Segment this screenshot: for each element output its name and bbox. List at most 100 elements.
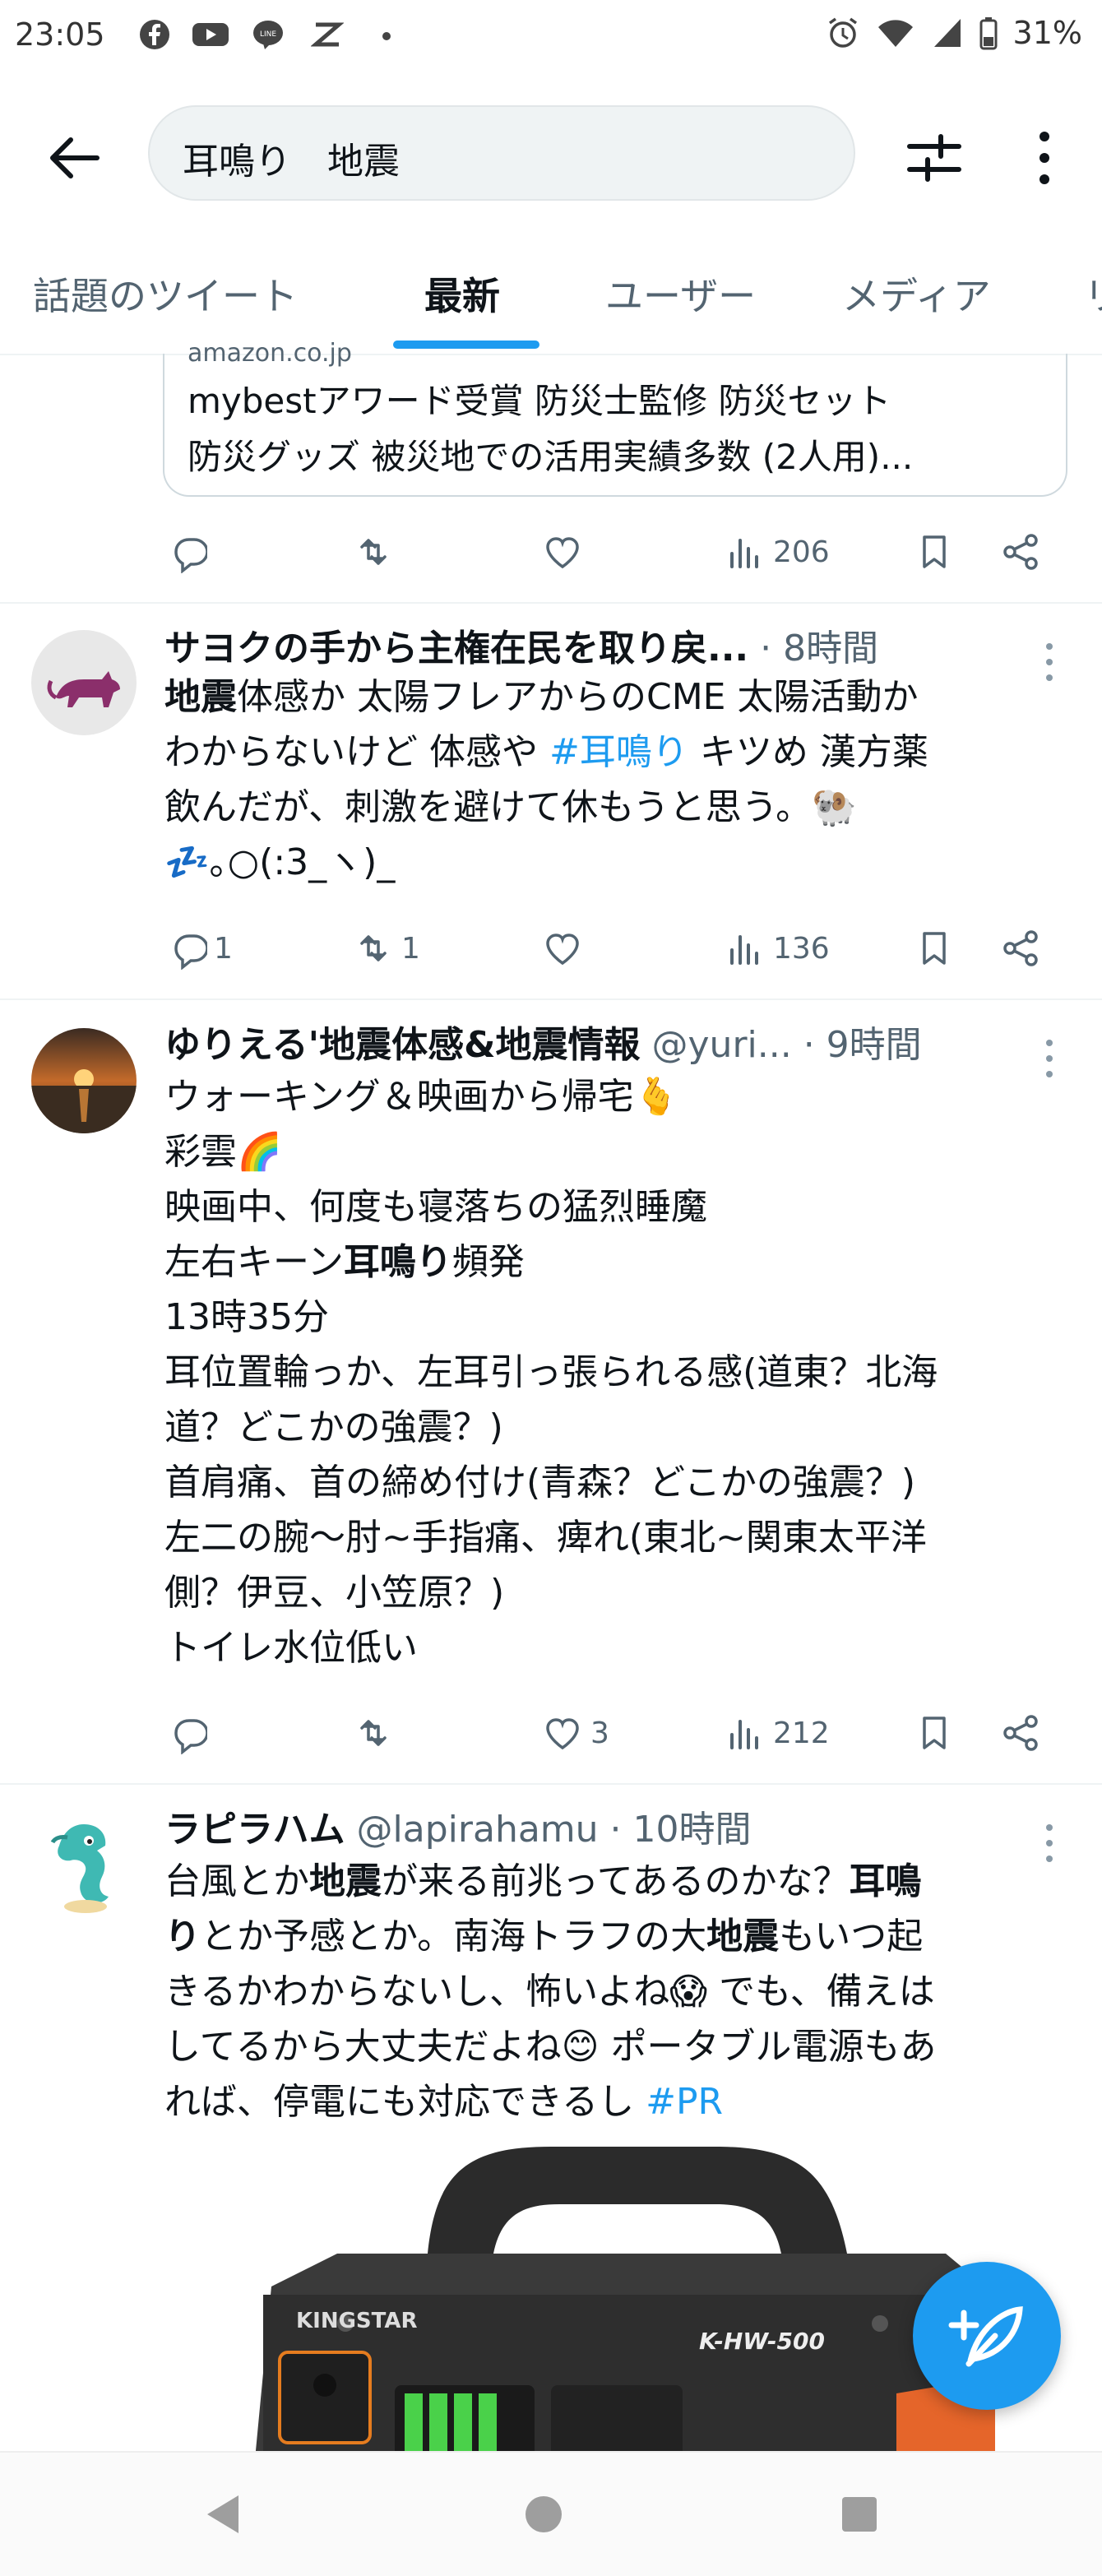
reply-icon bbox=[174, 934, 207, 970]
retweets-count: 1 bbox=[401, 931, 420, 966]
like-icon bbox=[546, 934, 579, 966]
tweet-text-segment: きるかわからないし、怖いよね😱 でも、備えは bbox=[164, 1971, 935, 2013]
tweet-text: 地震体感か 太陽フレアからのCME 太陽活動か わからないけど 体感や #耳鳴り … bbox=[164, 669, 1077, 890]
nav-home-icon[interactable] bbox=[515, 2486, 572, 2543]
tweet-text-segment: 道？どこかの強震？) bbox=[164, 1406, 503, 1448]
nav-back-icon[interactable] bbox=[196, 2486, 253, 2543]
retweet-icon bbox=[360, 935, 387, 961]
tweet-text-segment: してるから大丈夫だよね😊 ポータブル電源もあ bbox=[164, 2026, 937, 2068]
views-button[interactable]: 206 bbox=[724, 523, 830, 581]
like-icon bbox=[546, 1718, 579, 1750]
tab-lists[interactable]: リ bbox=[1084, 266, 1102, 321]
tweet-text-segment: 左右キーン bbox=[164, 1241, 344, 1283]
tweet-text: ウォーキング＆映画から帰宅🫰 彩雲🌈 映画中、何度も寝落ちの猛烈睡魔 左右キーン耳鳴り… bbox=[164, 1069, 1077, 1675]
compose-tweet-button[interactable] bbox=[913, 2262, 1061, 2410]
tab-latest[interactable]: 最新 bbox=[424, 266, 500, 321]
tweet-text-line: 飲んだが、刺激を避けて休もうと思う。🐏 bbox=[164, 780, 1077, 835]
tweet-handle-time: @lapirahamu · 10時間 bbox=[345, 1809, 752, 1851]
share-button[interactable] bbox=[1000, 920, 1043, 977]
line-icon: LINE bbox=[253, 21, 283, 49]
tweet-actions: 3 212 bbox=[164, 1704, 1053, 1762]
avatar[interactable] bbox=[31, 1028, 137, 1133]
seahorse-avatar-icon bbox=[50, 1824, 109, 1913]
share-button[interactable] bbox=[1000, 1704, 1043, 1762]
tweet-text-segment: れば、停電にも対応できるし bbox=[164, 2081, 646, 2123]
active-tab-indicator bbox=[393, 341, 539, 349]
tweet-text-line: 道？どこかの強震？) bbox=[164, 1400, 1077, 1455]
share-icon bbox=[1003, 534, 1038, 570]
author-name[interactable]: ゆりえる'地震体感&地震情報 bbox=[164, 1024, 641, 1066]
tweet-text-line: 地震体感か 太陽フレアからのCME 太陽活動か bbox=[164, 669, 1077, 725]
tweet-text-segment: 体感か 太陽フレアからのCME 太陽活動か bbox=[237, 676, 919, 718]
tweet-text-segment: もいつ起 bbox=[779, 1916, 924, 1957]
reply-button[interactable]: 1 bbox=[164, 920, 233, 977]
tweet-text-segment: 左二の腕〜肘~手指痛、痺れ(東北~関東太平洋 bbox=[164, 1517, 927, 1559]
tweet-text-segment: 映画中、何度も寝落ちの猛烈睡魔 bbox=[164, 1186, 707, 1228]
app-x-icon bbox=[311, 22, 344, 47]
tweet-text-segment: ウォーキング＆映画から帰宅🫰 bbox=[164, 1076, 679, 1118]
tweet-text-line: 💤｡○(:3_ヽ)_ bbox=[164, 835, 1077, 890]
author-name[interactable]: ラピラハム bbox=[164, 1809, 345, 1851]
like-button[interactable] bbox=[541, 920, 584, 977]
views-button[interactable]: 136 bbox=[724, 920, 830, 977]
retweet-button[interactable] bbox=[352, 523, 395, 581]
search-input[interactable]: 耳鳴り 地震 bbox=[148, 105, 855, 201]
retweet-button[interactable]: 1 bbox=[352, 920, 420, 977]
retweet-button[interactable] bbox=[352, 1704, 395, 1762]
tweet-text-line: ウォーキング＆映画から帰宅🫰 bbox=[164, 1069, 1077, 1124]
share-button[interactable] bbox=[1000, 523, 1043, 581]
alarm-icon bbox=[828, 17, 857, 48]
tweet-text-segment: 地震 bbox=[164, 676, 237, 718]
tweet-text-line: 台風とか地震が来る前兆ってあるのかな？耳鳴 bbox=[164, 1854, 1077, 1909]
views-button[interactable]: 212 bbox=[724, 1704, 830, 1762]
bookmark-button[interactable] bbox=[913, 1704, 956, 1762]
like-icon bbox=[546, 537, 579, 569]
retweet-icon bbox=[360, 539, 387, 565]
more-options-icon[interactable] bbox=[1020, 125, 1069, 191]
signal-icon bbox=[933, 19, 961, 47]
hashtag-link[interactable]: #PR bbox=[646, 2081, 723, 2123]
tab-top[interactable]: 話題のツイート bbox=[33, 266, 298, 321]
wifi-icon bbox=[877, 20, 913, 47]
tweet-text-segment: 飲んだが、刺激を避けて休もうと思う。🐏 bbox=[164, 786, 857, 828]
link-card-title-line2: 防災グッズ 被災地での活用実績多数 (2人用)... bbox=[188, 437, 914, 477]
reply-button[interactable] bbox=[164, 523, 207, 581]
status-bar: 23:05 LINE 31% bbox=[0, 0, 1102, 79]
reply-icon bbox=[174, 1719, 207, 1754]
like-button[interactable]: 3 bbox=[541, 1704, 609, 1762]
tweet-text-line: わからないけど 体感や #耳鳴り キツめ 漢方薬 bbox=[164, 725, 1077, 780]
link-card[interactable]: amazon.co.jp mybestアワード受賞 防災士監修 防災セット 防災… bbox=[163, 339, 1067, 497]
share-icon bbox=[1003, 1715, 1038, 1751]
author-name[interactable]: サヨクの手から主権在民を取り戻... bbox=[164, 628, 748, 669]
compose-feather-icon bbox=[948, 2306, 1023, 2367]
product-model: K-HW-500 bbox=[699, 2328, 825, 2355]
reply-button[interactable] bbox=[164, 1704, 207, 1762]
tweet[interactable]: ゆりえる'地震体感&地震情報 @yuri... · 9時間 ウォーキング＆映画か… bbox=[0, 1000, 1102, 1781]
bookmark-icon bbox=[923, 932, 946, 965]
bookmark-button[interactable] bbox=[913, 920, 956, 977]
tab-people[interactable]: ユーザー bbox=[605, 266, 756, 321]
tweet-handle-time: @yuri... · 9時間 bbox=[640, 1024, 922, 1066]
replies-count: 1 bbox=[214, 931, 233, 966]
tweet-text-line: トイレ水位低い bbox=[164, 1620, 1077, 1675]
tweet-text-segment: トイレ水位低い bbox=[164, 1627, 418, 1669]
tweet-text-segment: 彩雲🌈 bbox=[164, 1131, 282, 1173]
tweet-actions: 1 1 136 bbox=[164, 920, 1053, 977]
share-icon bbox=[1003, 930, 1038, 966]
nav-recents-icon[interactable] bbox=[831, 2486, 888, 2543]
product-image[interactable]: KINGSTAR K-HW-500 bbox=[222, 2147, 1028, 2459]
tweet-text-segment: わからないけど 体感や bbox=[164, 731, 549, 773]
filter-icon[interactable] bbox=[901, 125, 967, 191]
cat-avatar-icon bbox=[47, 671, 120, 707]
avatar[interactable] bbox=[31, 1813, 137, 1918]
tweet-text-line: 映画中、何度も寝落ちの猛烈睡魔 bbox=[164, 1179, 1077, 1235]
hashtag-link[interactable]: #耳鳴り bbox=[549, 731, 688, 773]
avatar[interactable] bbox=[31, 630, 137, 735]
back-arrow-icon[interactable] bbox=[41, 125, 107, 191]
tab-media[interactable]: メディア bbox=[842, 266, 991, 321]
status-right: 31% bbox=[826, 15, 1082, 51]
bookmark-button[interactable] bbox=[913, 523, 956, 581]
like-button[interactable] bbox=[541, 523, 584, 581]
facebook-icon bbox=[140, 20, 169, 49]
tweet-text-segment: 耳鳴り bbox=[343, 1241, 452, 1283]
